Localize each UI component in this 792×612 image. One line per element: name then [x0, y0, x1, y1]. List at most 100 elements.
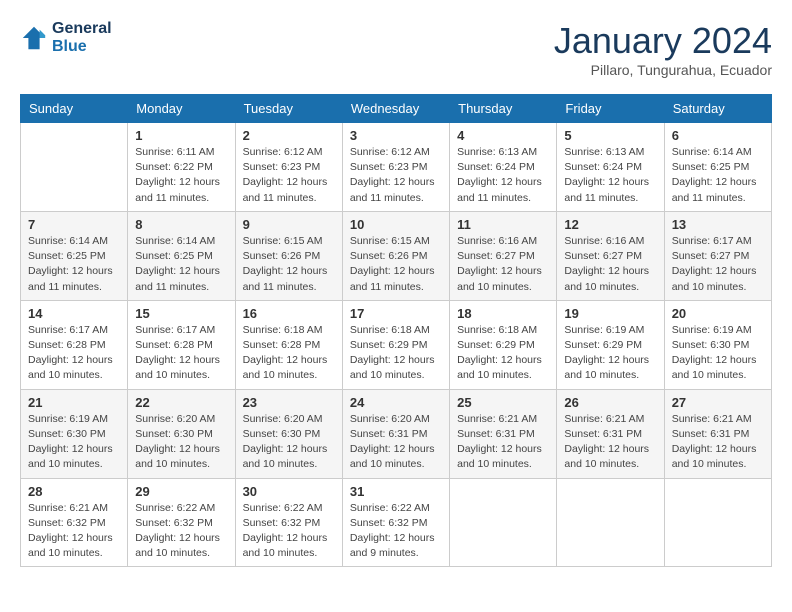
day-info: Sunrise: 6:12 AMSunset: 6:23 PMDaylight:…: [350, 145, 442, 206]
logo-general: General: [52, 20, 112, 38]
day-number: 30: [243, 484, 335, 499]
weekday-header-row: SundayMondayTuesdayWednesdayThursdayFrid…: [21, 95, 772, 123]
day-info: Sunrise: 6:17 AMSunset: 6:27 PMDaylight:…: [672, 234, 764, 295]
day-number: 12: [564, 217, 656, 232]
weekday-header: Monday: [128, 95, 235, 123]
calendar-cell: 16Sunrise: 6:18 AMSunset: 6:28 PMDayligh…: [235, 300, 342, 389]
day-number: 25: [457, 395, 549, 410]
day-number: 2: [243, 128, 335, 143]
weekday-header: Friday: [557, 95, 664, 123]
calendar-cell: 17Sunrise: 6:18 AMSunset: 6:29 PMDayligh…: [342, 300, 449, 389]
day-number: 4: [457, 128, 549, 143]
day-info: Sunrise: 6:13 AMSunset: 6:24 PMDaylight:…: [564, 145, 656, 206]
day-number: 18: [457, 306, 549, 321]
day-number: 6: [672, 128, 764, 143]
calendar-cell: 23Sunrise: 6:20 AMSunset: 6:30 PMDayligh…: [235, 389, 342, 478]
day-info: Sunrise: 6:19 AMSunset: 6:30 PMDaylight:…: [28, 412, 120, 473]
day-info: Sunrise: 6:14 AMSunset: 6:25 PMDaylight:…: [28, 234, 120, 295]
day-info: Sunrise: 6:11 AMSunset: 6:22 PMDaylight:…: [135, 145, 227, 206]
day-number: 5: [564, 128, 656, 143]
day-info: Sunrise: 6:16 AMSunset: 6:27 PMDaylight:…: [457, 234, 549, 295]
weekday-header: Tuesday: [235, 95, 342, 123]
day-number: 31: [350, 484, 442, 499]
weekday-header: Sunday: [21, 95, 128, 123]
day-number: 9: [243, 217, 335, 232]
calendar-table: SundayMondayTuesdayWednesdayThursdayFrid…: [20, 94, 772, 567]
day-info: Sunrise: 6:22 AMSunset: 6:32 PMDaylight:…: [243, 501, 335, 562]
day-number: 19: [564, 306, 656, 321]
calendar-cell: 5 Sunrise: 6:13 AMSunset: 6:24 PMDaylight…: [557, 123, 664, 212]
calendar-cell: 2 Sunrise: 6:12 AMSunset: 6:23 PMDaylight…: [235, 123, 342, 212]
calendar-cell: [21, 123, 128, 212]
day-info: Sunrise: 6:13 AMSunset: 6:24 PMDaylight:…: [457, 145, 549, 206]
day-number: 15: [135, 306, 227, 321]
day-info: Sunrise: 6:20 AMSunset: 6:31 PMDaylight:…: [350, 412, 442, 473]
day-number: 7: [28, 217, 120, 232]
calendar-cell: 26Sunrise: 6:21 AMSunset: 6:31 PMDayligh…: [557, 389, 664, 478]
calendar-cell: 20 Sunrise: 6:19 AMSunset: 6:30 PMDayligh…: [664, 300, 771, 389]
day-info: Sunrise: 6:14 AMSunset: 6:25 PMDaylight:…: [135, 234, 227, 295]
weekday-header: Thursday: [450, 95, 557, 123]
calendar-cell: [664, 478, 771, 567]
day-number: 28: [28, 484, 120, 499]
day-info: Sunrise: 6:16 AMSunset: 6:27 PMDaylight:…: [564, 234, 656, 295]
day-number: 27: [672, 395, 764, 410]
calendar-week-row: 14 Sunrise: 6:17 AMSunset: 6:28 PMDayligh…: [21, 300, 772, 389]
day-info: Sunrise: 6:21 AMSunset: 6:32 PMDaylight:…: [28, 501, 120, 562]
calendar-cell: 1 Sunrise: 6:11 AMSunset: 6:22 PMDaylight…: [128, 123, 235, 212]
calendar-cell: 22Sunrise: 6:20 AMSunset: 6:30 PMDayligh…: [128, 389, 235, 478]
title-block: January 2024 Pillaro, Tungurahua, Ecuado…: [554, 20, 772, 78]
calendar-week-row: 1 Sunrise: 6:11 AMSunset: 6:22 PMDaylight…: [21, 123, 772, 212]
day-info: Sunrise: 6:18 AMSunset: 6:28 PMDaylight:…: [243, 323, 335, 384]
day-number: 1: [135, 128, 227, 143]
calendar-cell: 13 Sunrise: 6:17 AMSunset: 6:27 PMDayligh…: [664, 211, 771, 300]
location-subtitle: Pillaro, Tungurahua, Ecuador: [554, 62, 772, 78]
day-info: Sunrise: 6:18 AMSunset: 6:29 PMDaylight:…: [350, 323, 442, 384]
day-info: Sunrise: 6:15 AMSunset: 6:26 PMDaylight:…: [350, 234, 442, 295]
day-number: 3: [350, 128, 442, 143]
page-header: General Blue January 2024 Pillaro, Tungu…: [20, 20, 772, 78]
calendar-cell: 19Sunrise: 6:19 AMSunset: 6:29 PMDayligh…: [557, 300, 664, 389]
calendar-cell: 9 Sunrise: 6:15 AMSunset: 6:26 PMDaylight…: [235, 211, 342, 300]
weekday-header: Wednesday: [342, 95, 449, 123]
calendar-cell: 14 Sunrise: 6:17 AMSunset: 6:28 PMDayligh…: [21, 300, 128, 389]
day-info: Sunrise: 6:19 AMSunset: 6:30 PMDaylight:…: [672, 323, 764, 384]
calendar-cell: 29 Sunrise: 6:22 AMSunset: 6:32 PMDayligh…: [128, 478, 235, 567]
day-info: Sunrise: 6:21 AMSunset: 6:31 PMDaylight:…: [672, 412, 764, 473]
day-info: Sunrise: 6:18 AMSunset: 6:29 PMDaylight:…: [457, 323, 549, 384]
day-info: Sunrise: 6:22 AMSunset: 6:32 PMDaylight:…: [350, 501, 442, 562]
day-number: 29: [135, 484, 227, 499]
day-number: 14: [28, 306, 120, 321]
calendar-cell: [450, 478, 557, 567]
logo-icon: [20, 24, 48, 52]
day-info: Sunrise: 6:20 AMSunset: 6:30 PMDaylight:…: [243, 412, 335, 473]
day-info: Sunrise: 6:21 AMSunset: 6:31 PMDaylight:…: [564, 412, 656, 473]
day-info: Sunrise: 6:12 AMSunset: 6:23 PMDaylight:…: [243, 145, 335, 206]
day-info: Sunrise: 6:17 AMSunset: 6:28 PMDaylight:…: [135, 323, 227, 384]
day-number: 21: [28, 395, 120, 410]
day-info: Sunrise: 6:17 AMSunset: 6:28 PMDaylight:…: [28, 323, 120, 384]
month-title: January 2024: [554, 20, 772, 62]
logo: General Blue: [20, 20, 112, 56]
day-number: 20: [672, 306, 764, 321]
calendar-cell: 8 Sunrise: 6:14 AMSunset: 6:25 PMDaylight…: [128, 211, 235, 300]
day-info: Sunrise: 6:14 AMSunset: 6:25 PMDaylight:…: [672, 145, 764, 206]
calendar-cell: 31 Sunrise: 6:22 AMSunset: 6:32 PMDayligh…: [342, 478, 449, 567]
calendar-cell: 18 Sunrise: 6:18 AMSunset: 6:29 PMDayligh…: [450, 300, 557, 389]
day-info: Sunrise: 6:22 AMSunset: 6:32 PMDaylight:…: [135, 501, 227, 562]
calendar-cell: 15 Sunrise: 6:17 AMSunset: 6:28 PMDayligh…: [128, 300, 235, 389]
day-number: 8: [135, 217, 227, 232]
day-number: 13: [672, 217, 764, 232]
calendar-cell: 27 Sunrise: 6:21 AMSunset: 6:31 PMDayligh…: [664, 389, 771, 478]
weekday-header: Saturday: [664, 95, 771, 123]
calendar-cell: 3 Sunrise: 6:12 AMSunset: 6:23 PMDaylight…: [342, 123, 449, 212]
day-info: Sunrise: 6:15 AMSunset: 6:26 PMDaylight:…: [243, 234, 335, 295]
calendar-cell: 30 Sunrise: 6:22 AMSunset: 6:32 PMDayligh…: [235, 478, 342, 567]
day-number: 11: [457, 217, 549, 232]
calendar-cell: 11 Sunrise: 6:16 AMSunset: 6:27 PMDayligh…: [450, 211, 557, 300]
logo-blue: Blue: [52, 38, 112, 56]
calendar-cell: 21 Sunrise: 6:19 AMSunset: 6:30 PMDayligh…: [21, 389, 128, 478]
calendar-cell: [557, 478, 664, 567]
calendar-cell: 24Sunrise: 6:20 AMSunset: 6:31 PMDayligh…: [342, 389, 449, 478]
day-info: Sunrise: 6:21 AMSunset: 6:31 PMDaylight:…: [457, 412, 549, 473]
